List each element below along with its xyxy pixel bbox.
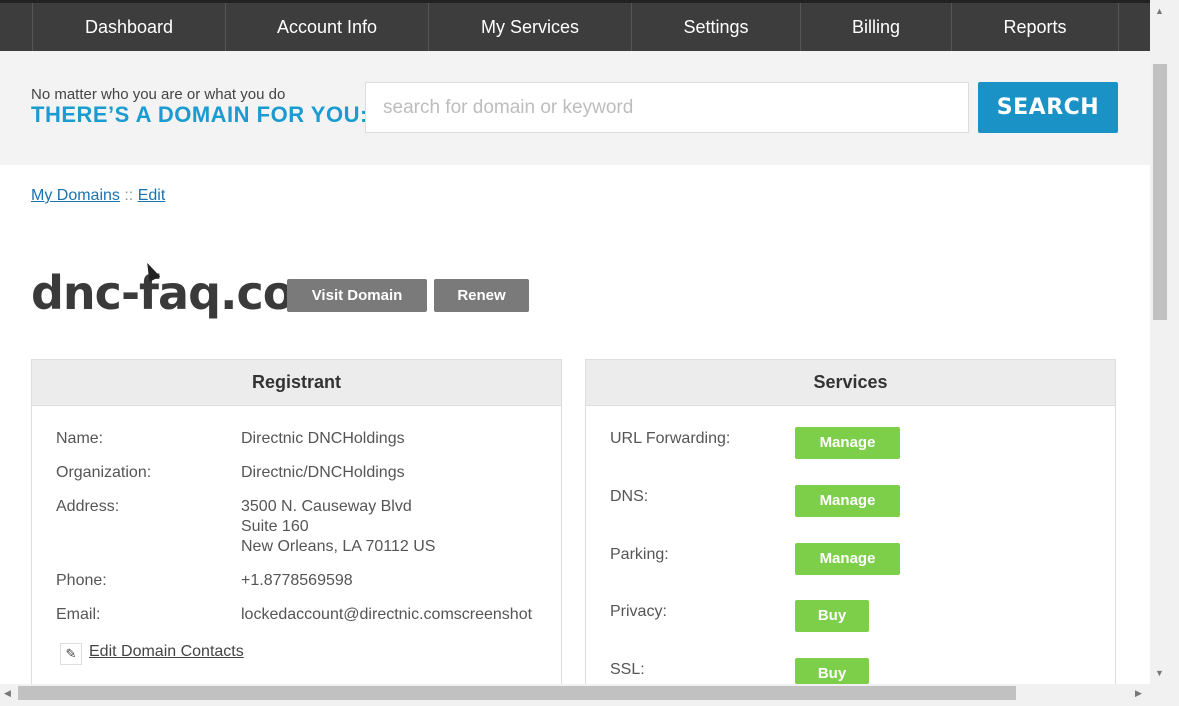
address-label: Address: [56, 498, 120, 515]
services-panel-title: Services [586, 360, 1115, 406]
service-privacy-label: Privacy: [610, 603, 667, 620]
registrant-panel: Registrant Name: Directnic DNCHoldings O… [31, 359, 562, 689]
manage-url-forwarding-button[interactable]: Manage [795, 427, 900, 459]
top-nav: Dashboard Account Info My Services Setti… [0, 0, 1150, 51]
nav-dashboard[interactable]: Dashboard [32, 3, 225, 51]
buy-ssl-button[interactable]: Buy [795, 658, 869, 684]
nav-billing[interactable]: Billing [800, 3, 951, 51]
address-line-3: New Orleans, LA 70112 US [241, 538, 436, 555]
email-label: Email: [56, 606, 101, 623]
manage-dns-button[interactable]: Manage [795, 485, 900, 517]
registrant-panel-title: Registrant [32, 360, 561, 406]
scroll-down-arrow-icon[interactable]: ▼ [1155, 668, 1164, 678]
tagline-headline: THERE’S A DOMAIN FOR YOU: [31, 102, 368, 127]
buy-privacy-button[interactable]: Buy [795, 600, 869, 632]
name-value: Directnic DNCHoldings [241, 430, 405, 447]
vertical-scrollbar-thumb[interactable] [1153, 64, 1167, 320]
edit-domain-contacts-link[interactable]: Edit Domain Contacts [89, 643, 244, 661]
organization-value: Directnic/DNCHoldings [241, 464, 405, 481]
horizontal-scrollbar-thumb[interactable] [18, 686, 1016, 700]
nav-my-services[interactable]: My Services [428, 3, 631, 51]
nav-account-info[interactable]: Account Info [225, 3, 428, 51]
breadcrumb-my-domains[interactable]: My Domains [31, 187, 120, 204]
address-line-1: 3500 N. Causeway Blvd [241, 498, 412, 515]
address-line-2: Suite 160 [241, 518, 309, 535]
email-value: lockedaccount@directnic.comscreenshot [241, 606, 533, 623]
service-url-forwarding-label: URL Forwarding: [610, 430, 731, 447]
name-label: Name: [56, 430, 104, 447]
scroll-right-arrow-icon[interactable]: ▶ [1135, 688, 1142, 699]
search-button[interactable]: SEARCH [978, 82, 1118, 133]
pencil-icon[interactable]: ✎ [60, 643, 82, 665]
phone-value: +1.8778569598 [241, 572, 353, 589]
service-ssl-label: SSL: [610, 661, 645, 678]
service-parking-label: Parking: [610, 546, 669, 563]
organization-label: Organization: [56, 464, 152, 481]
domain-search-input[interactable]: search for domain or keyword [365, 82, 969, 133]
visit-domain-button[interactable]: Visit Domain [287, 279, 427, 312]
nav-settings[interactable]: Settings [631, 3, 800, 51]
scroll-up-arrow-icon[interactable]: ▲ [1155, 6, 1164, 16]
phone-label: Phone: [56, 572, 107, 589]
renew-button[interactable]: Renew [434, 279, 529, 312]
manage-parking-button[interactable]: Manage [795, 543, 900, 575]
tagline-small: No matter who you are or what you do [31, 86, 286, 103]
nav-reports[interactable]: Reports [951, 3, 1119, 51]
breadcrumb: My Domains :: Edit [31, 187, 165, 205]
breadcrumb-separator: :: [124, 187, 134, 204]
service-dns-label: DNS: [610, 488, 649, 505]
services-panel: Services URL Forwarding: DNS: Parking: P… [585, 359, 1116, 689]
scroll-left-arrow-icon[interactable]: ◀ [4, 688, 11, 699]
breadcrumb-edit[interactable]: Edit [138, 187, 166, 204]
